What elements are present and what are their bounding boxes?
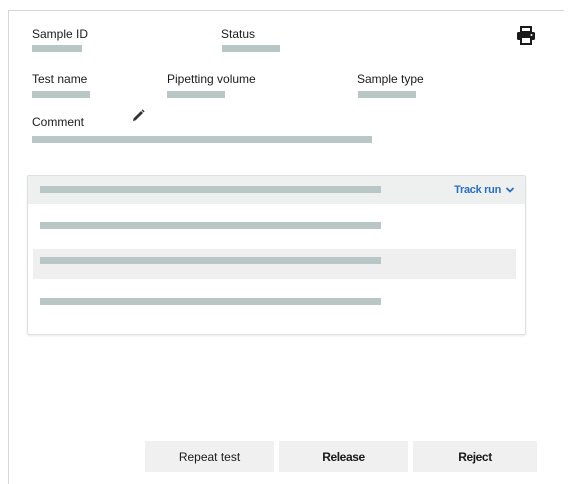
chevron-down-icon [505,187,515,193]
release-button[interactable]: Release [279,441,408,472]
comment-label: Comment [32,115,85,129]
sample-type-value [358,91,416,98]
card-header-placeholder [40,186,381,193]
pipetting-volume-label: Pipetting volume [167,72,256,86]
status-label: Status [221,27,256,41]
list-item [40,257,381,264]
list-item [40,298,381,305]
reject-label: Reject [458,449,492,464]
pencil-icon[interactable] [130,108,146,124]
reject-button[interactable]: Reject [413,441,537,472]
comment-value [32,136,372,143]
list-item [40,222,381,229]
run-details-card: Track run [27,175,526,335]
sample-type-label: Sample type [357,72,424,86]
list-item-highlighted[interactable] [33,249,516,279]
release-label: Release [322,449,365,464]
track-run-button[interactable]: Track run [454,184,515,196]
pipetting-volume-value [167,91,225,98]
track-run-label: Track run [454,184,501,196]
card-header: Track run [28,176,525,204]
test-name-label: Test name [32,72,88,86]
sample-id-value [32,45,82,52]
repeat-test-label: Repeat test [178,449,241,464]
sample-id-label: Sample ID [32,27,89,41]
repeat-test-button[interactable]: Repeat test [145,441,274,472]
printer-icon[interactable] [515,25,537,47]
status-value [222,45,280,52]
test-name-value [32,91,90,98]
